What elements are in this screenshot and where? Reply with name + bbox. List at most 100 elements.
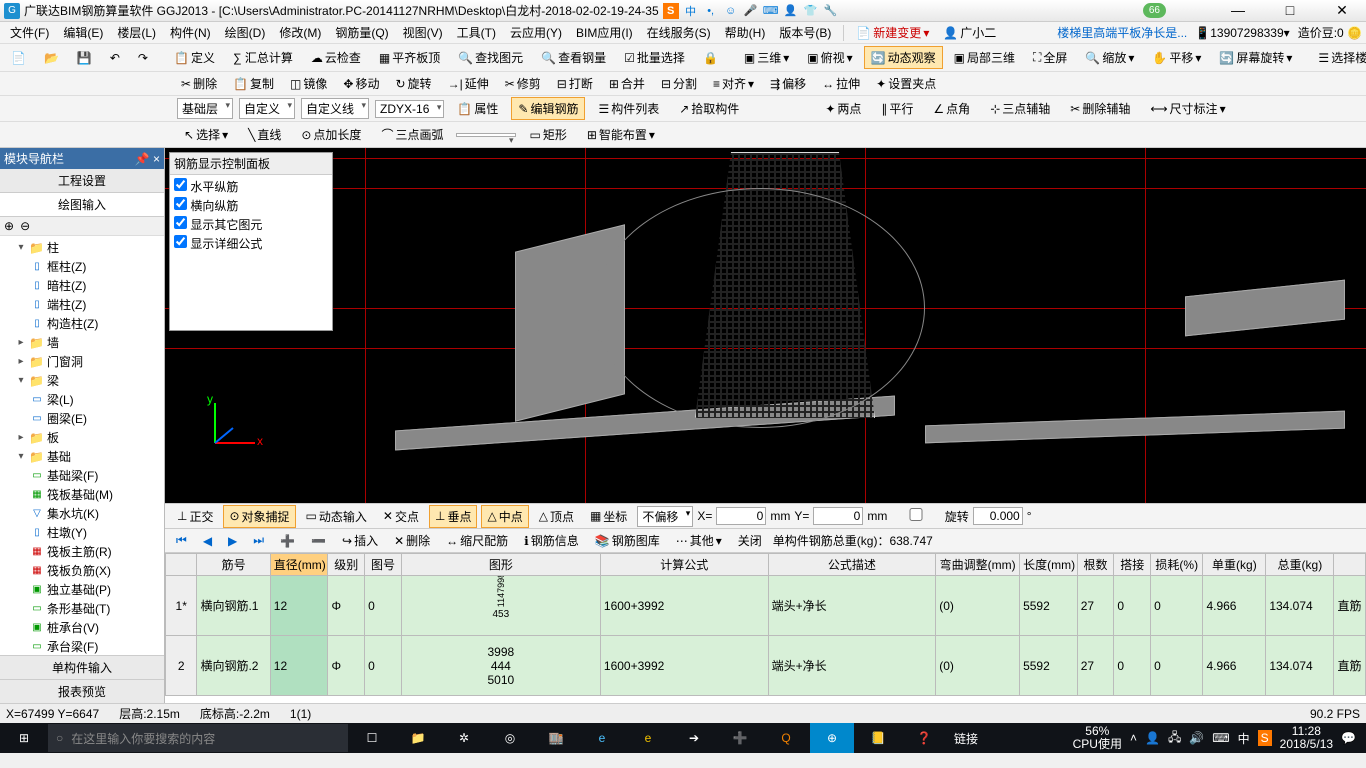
grid-close-button[interactable]: 关闭	[733, 531, 767, 550]
app-help-icon[interactable]: ❓	[902, 723, 946, 753]
phone-label[interactable]: 📱13907298339▾	[1195, 26, 1289, 40]
chk-detail[interactable]: 显示详细公式	[174, 234, 328, 253]
offset-combo[interactable]: 不偏移	[637, 506, 693, 527]
ptlen-button[interactable]: ⊙ 点加长度	[294, 123, 368, 146]
complist-button[interactable]: ☰ 构件列表	[591, 97, 666, 120]
ime-punct-icon[interactable]: •,	[703, 3, 719, 19]
app-edge-icon[interactable]: ◎	[488, 723, 532, 753]
perp-button[interactable]: ⊥ 垂点	[429, 505, 477, 528]
tree-fabanzhu[interactable]: ▦筏板主筋(R)	[30, 542, 162, 561]
tray-sogou-icon[interactable]: S	[1258, 730, 1272, 746]
define-button[interactable]: 📋 定义	[167, 46, 222, 69]
ime-wrench-icon[interactable]: 🔧	[823, 3, 839, 19]
rotate-input[interactable]	[973, 507, 1023, 525]
close-button[interactable]: ✕	[1322, 2, 1362, 19]
pan-button[interactable]: ✋ 平移▾	[1145, 46, 1208, 69]
select-button[interactable]: ↖ 选择▾	[177, 123, 235, 146]
batch-select-button[interactable]: ☑ 批量选择	[617, 46, 692, 69]
overlook-button[interactable]: ▣ 俯视▾	[800, 46, 859, 69]
menu-modify[interactable]: 修改(M)	[273, 22, 327, 43]
rect-button[interactable]: ▭ 矩形	[522, 123, 573, 146]
sogou-icon[interactable]: S	[663, 3, 679, 19]
trim-button[interactable]: ✂ 修剪	[499, 73, 547, 94]
two-point-button[interactable]: ✦ 两点	[818, 97, 868, 120]
cpu-meter[interactable]: 56%CPU使用	[1073, 725, 1122, 751]
custom-combo[interactable]: 自定义	[239, 98, 295, 119]
tree-quanliang[interactable]: ▭圈梁(E)	[30, 409, 162, 428]
zoom-button[interactable]: 🔍 缩放▾	[1078, 46, 1141, 69]
view-rebar-button[interactable]: 🔍 查看钢量	[534, 46, 613, 69]
open-file-icon[interactable]: 📂	[37, 48, 66, 68]
menu-rebar[interactable]: 钢筋量(Q)	[329, 22, 394, 43]
nav-next-icon[interactable]: ▶	[223, 533, 242, 549]
app-folder-icon[interactable]: 📁	[396, 723, 440, 753]
hint-text[interactable]: 楼梯里高端平板净长是...	[1057, 24, 1187, 41]
part3d-button[interactable]: ▣ 局部三维	[947, 46, 1022, 69]
collapse-icon[interactable]: ⊖	[20, 219, 30, 233]
tree-jishuikeng[interactable]: ▽集水坑(K)	[30, 504, 162, 523]
vertex-button[interactable]: △ 顶点	[533, 505, 580, 528]
app-note-icon[interactable]: 📒	[856, 723, 900, 753]
menu-help[interactable]: 帮助(H)	[719, 22, 772, 43]
pickup-button[interactable]: ↗ 拾取构件	[672, 97, 746, 120]
customline-combo[interactable]: 自定义线	[301, 98, 369, 119]
grid-scale-button[interactable]: ↔ 缩尺配筋	[441, 531, 513, 550]
tab-draw-input[interactable]: 绘图输入	[0, 193, 164, 217]
new-file-icon[interactable]: 📄	[4, 48, 33, 68]
start-button[interactable]: ⊞	[2, 723, 46, 753]
tree-zhuangchengtai[interactable]: ▣桩承台(V)	[30, 618, 162, 637]
tree-chengtailiang[interactable]: ▭承台梁(F)	[30, 637, 162, 655]
app-q-icon[interactable]: Q	[764, 723, 808, 753]
align-button[interactable]: ≡ 对齐▾	[707, 73, 760, 94]
menu-bim[interactable]: BIM应用(I)	[570, 22, 639, 43]
app-ie2-icon[interactable]: e	[626, 723, 670, 753]
tree-liang-l[interactable]: ▭梁(L)	[30, 390, 162, 409]
zdyx-combo[interactable]: ZDYX-16	[375, 100, 444, 118]
ime-person-icon[interactable]: 👤	[783, 3, 799, 19]
app-plus-icon[interactable]: ➕	[718, 723, 762, 753]
tree-zhu[interactable]: ▾📁柱	[16, 238, 162, 257]
pin-icon[interactable]: 📌 ×	[135, 152, 160, 166]
copy-button[interactable]: 📋 复制	[227, 73, 280, 94]
offset-button[interactable]: ⇶ 偏移	[764, 73, 812, 94]
app-rarrow-icon[interactable]: ➔	[672, 723, 716, 753]
tab-single-input[interactable]: 单构件输入	[0, 655, 164, 679]
score-badge[interactable]: 66	[1143, 3, 1166, 18]
objsnap-button[interactable]: ⊙ 对象捕捉	[223, 505, 295, 528]
rebar-display-panel[interactable]: 钢筋显示控制面板 水平纵筋 横向纵筋 显示其它图元 显示详细公式	[169, 152, 333, 331]
mid-button[interactable]: △ 中点	[481, 505, 528, 528]
nav-last-icon[interactable]: ⏭	[248, 532, 269, 549]
coord-button[interactable]: ▦ 坐标	[584, 505, 633, 528]
grid-rebarinfo-button[interactable]: ℹ 钢筋信息	[519, 531, 584, 550]
tray-vol-icon[interactable]: 🔊	[1189, 731, 1204, 745]
tree-anzhu[interactable]: ▯暗柱(Z)	[30, 276, 162, 295]
nav-prev-icon[interactable]: ◀	[198, 533, 217, 549]
delete-button[interactable]: ✂ 删除	[175, 73, 223, 94]
dyninput-button[interactable]: ▭ 动态输入	[300, 505, 373, 528]
taskview-icon[interactable]: ☐	[350, 723, 394, 753]
tree-zhudun[interactable]: ▯柱墩(Y)	[30, 523, 162, 542]
menu-floor[interactable]: 楼层(L)	[111, 22, 162, 43]
menu-file[interactable]: 文件(F)	[4, 22, 55, 43]
point-angle-button[interactable]: ∠ 点角	[926, 97, 977, 120]
dim-label-button[interactable]: ⟷ 尺寸标注▾	[1143, 97, 1232, 120]
ime-mic-icon[interactable]: 🎤	[743, 3, 759, 19]
menu-edit[interactable]: 编辑(E)	[57, 22, 109, 43]
app-blue-icon[interactable]: ⊕	[810, 723, 854, 753]
tray-keyboard-icon[interactable]: ⌨	[1212, 731, 1229, 745]
intersect-button[interactable]: ✕ 交点	[377, 505, 425, 528]
menu-draw[interactable]: 绘图(D)	[219, 22, 272, 43]
split-button[interactable]: ⊟ 分割	[655, 73, 703, 94]
grid-delete-button[interactable]: ✕ 删除	[389, 531, 435, 550]
cloud-check-button[interactable]: ☁ 云检查	[304, 46, 368, 69]
new-change-button[interactable]: 📄新建变更▾	[850, 22, 935, 43]
expand-icon[interactable]: ⊕	[4, 219, 14, 233]
three-pt-axis-button[interactable]: ⊹ 三点辅轴	[983, 97, 1057, 120]
tree-menchuang[interactable]: ▸📁门窗洞	[16, 352, 162, 371]
tree-liang[interactable]: ▾📁梁	[16, 371, 162, 390]
extend-button[interactable]: →| 延伸	[442, 73, 495, 94]
merge-button[interactable]: ⊞ 合并	[603, 73, 651, 94]
component-tree[interactable]: ▾📁柱 ▯框柱(Z) ▯暗柱(Z) ▯端柱(Z) ▯构造柱(Z) ▸📁墙 ▸📁门…	[0, 236, 164, 655]
break-button[interactable]: ⊟ 打断	[551, 73, 599, 94]
rotate-checkbox[interactable]: 旋转	[891, 508, 968, 525]
